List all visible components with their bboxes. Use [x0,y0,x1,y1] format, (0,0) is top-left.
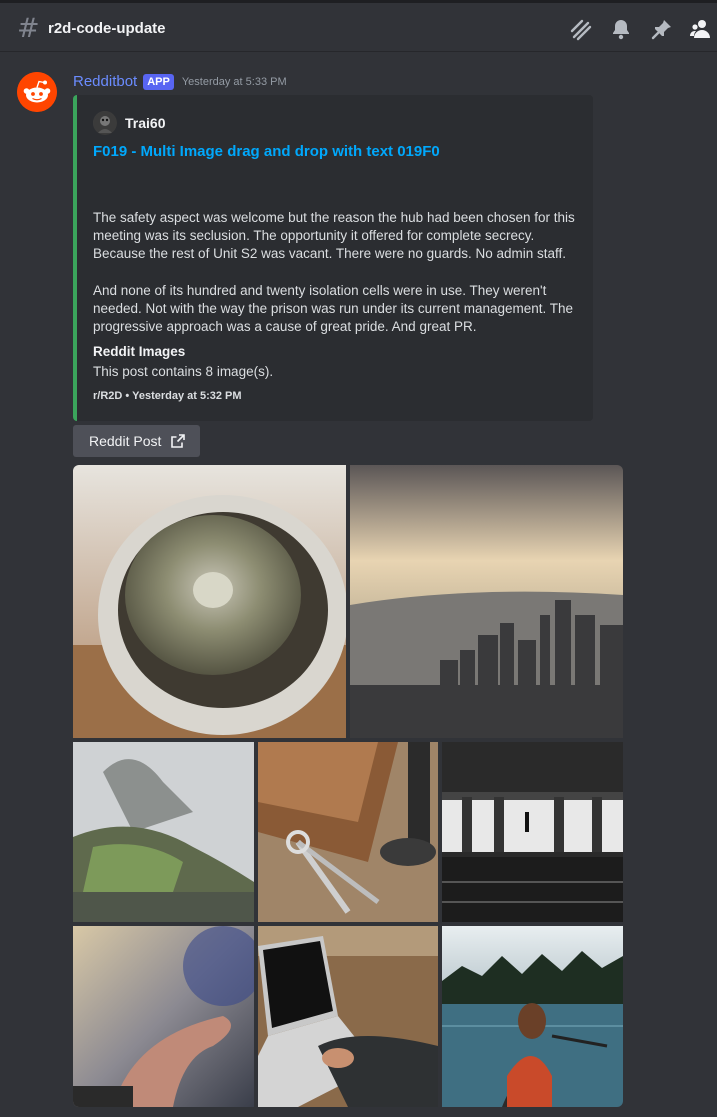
embed-title-link[interactable]: F019 - Multi Image drag and drop with te… [93,143,440,160]
external-link-icon [171,434,186,448]
embed-footer: r/R2D • Yesterday at 5:32 PM [93,390,242,402]
canoe-lake-image[interactable] [442,926,623,1107]
app-badge: APP [143,73,174,90]
reddit-post-button-label: Reddit Post [89,433,162,449]
embed-author-avatar [93,111,117,135]
embed-author: Trai60 [93,111,165,135]
reddit-avatar[interactable] [17,72,57,112]
laptop-image[interactable] [258,926,438,1107]
pin-icon[interactable] [650,17,674,41]
reddit-post-button[interactable]: Reddit Post [73,425,200,457]
message-header: Redditbot APP Yesterday at 5:33 PM [73,73,287,90]
subway-station-image[interactable] [442,742,623,922]
cactus-image[interactable] [73,465,346,738]
author-name[interactable]: Redditbot [73,73,137,90]
embed-description: The safety aspect was welcome but the re… [93,209,583,336]
embed-field-value: This post contains 8 image(s). [93,364,274,379]
bell-icon[interactable] [609,17,633,41]
description-paragraph: And none of its hundred and twenty isola… [93,282,574,335]
message-timestamp: Yesterday at 5:33 PM [181,75,287,88]
threads-icon[interactable] [569,17,593,41]
hand-closeup-image[interactable] [73,926,254,1107]
members-icon[interactable] [689,17,713,41]
channel-name: r2d-code-update [48,20,166,37]
hash-icon: # [17,13,40,44]
city-skyline-image[interactable] [350,465,623,738]
channel-header: # r2d-code-update [0,0,717,52]
reddit-embed: Trai60 F019 - Multi Image drag and drop … [73,95,593,421]
leather-desk-image[interactable] [258,742,438,922]
embed-field-name: Reddit Images [93,344,186,359]
description-paragraph: The safety aspect was welcome but the re… [93,210,575,262]
mountain-ruins-image[interactable] [73,742,254,922]
embed-author-name[interactable]: Trai60 [125,115,165,131]
